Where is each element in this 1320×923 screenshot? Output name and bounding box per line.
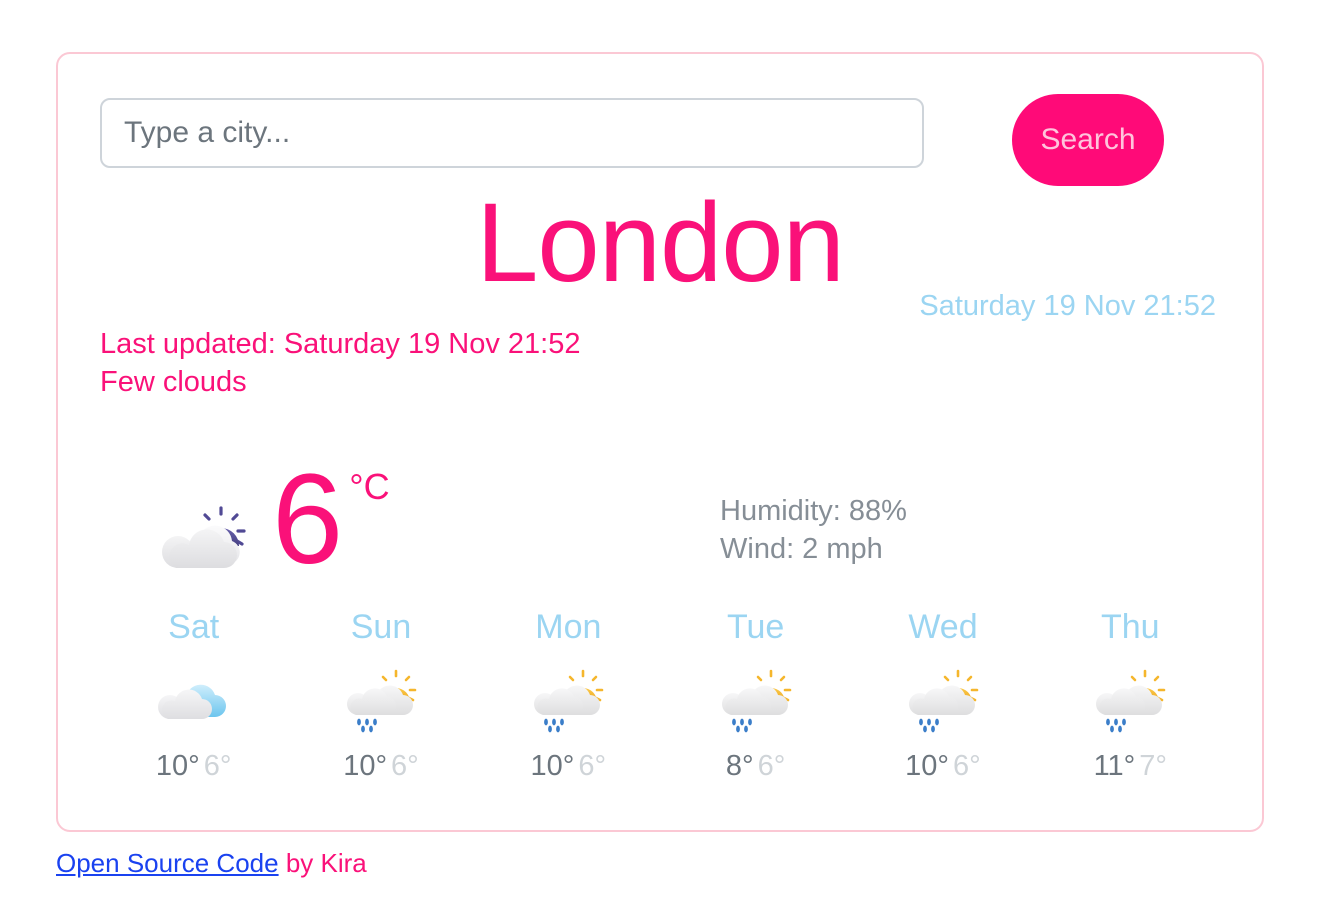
weather-card: Search London Saturday 19 Nov 21:52 Last… bbox=[56, 52, 1264, 832]
forecast-temps: 8° 6° bbox=[662, 748, 849, 784]
forecast-day: Thu 11° 7° bbox=[1037, 606, 1224, 784]
current-datetime: Saturday 19 Nov 21:52 bbox=[919, 290, 1216, 322]
sun-cloud-rain-icon bbox=[849, 664, 1036, 738]
weather-app: Search London Saturday 19 Nov 21:52 Last… bbox=[0, 0, 1320, 923]
footer-author: by Kira bbox=[278, 848, 367, 878]
forecast-temp-min: 6° bbox=[757, 750, 786, 782]
forecast-row: Sat 10° 6° Sun 10° 6° Mon 10° 6° Tue 8° … bbox=[100, 606, 1224, 784]
forecast-temp-min: 6° bbox=[578, 750, 607, 782]
current-metrics: Humidity: 88% Wind: 2 mph bbox=[720, 492, 907, 568]
condition-description: Few clouds bbox=[100, 366, 247, 398]
forecast-temp-max: 11° bbox=[1093, 750, 1136, 782]
sun-cloud-rain-icon bbox=[1037, 664, 1224, 738]
forecast-day-name: Tue bbox=[726, 608, 785, 646]
forecast-day-name: Sat bbox=[168, 608, 220, 646]
sun-cloud-rain-icon bbox=[662, 664, 849, 738]
forecast-temp-min: 7° bbox=[1139, 750, 1168, 782]
forecast-day-name: Sun bbox=[350, 608, 412, 646]
forecast-temps: 11° 7° bbox=[1037, 748, 1224, 784]
footer: Open Source Code by Kira bbox=[56, 848, 367, 879]
humidity-value: Humidity: 88% bbox=[720, 495, 907, 527]
forecast-day: Sat 10° 6° bbox=[100, 606, 287, 784]
forecast-temp-max: 8° bbox=[725, 750, 754, 782]
forecast-day: Tue 8° 6° bbox=[662, 606, 849, 784]
forecast-day: Wed 10° 6° bbox=[849, 606, 1036, 784]
forecast-day-name: Mon bbox=[535, 608, 602, 646]
search-row: Search bbox=[100, 94, 1220, 194]
forecast-temps: 10° 6° bbox=[849, 748, 1036, 784]
forecast-temp-max: 10° bbox=[530, 750, 575, 782]
current-conditions: 6 °C Humidity: 88% Wind: 2 mph bbox=[100, 434, 1220, 584]
sun-cloud-rain-icon bbox=[475, 664, 662, 738]
forecast-temp-min: 6° bbox=[391, 750, 419, 782]
current-temperature-value: 6 bbox=[272, 448, 344, 591]
few-clouds-night-icon bbox=[158, 502, 258, 572]
forecast-temp-max: 10° bbox=[905, 750, 950, 782]
current-temperature-group: 6 °C bbox=[272, 456, 390, 586]
temperature-unit: °C bbox=[349, 466, 390, 507]
search-input[interactable] bbox=[100, 98, 924, 168]
forecast-temp-max: 10° bbox=[343, 750, 388, 782]
forecast-day: Mon 10° 6° bbox=[475, 606, 662, 784]
forecast-day-name: Wed bbox=[908, 608, 978, 646]
forecast-temp-min: 6° bbox=[953, 750, 981, 782]
wind-value: Wind: 2 mph bbox=[720, 533, 883, 565]
sun-cloud-rain-icon bbox=[287, 664, 474, 738]
forecast-day: Sun 10° 6° bbox=[287, 606, 474, 784]
open-source-code-link[interactable]: Open Source Code bbox=[56, 848, 279, 878]
page-title: London bbox=[476, 180, 845, 305]
forecast-temp-min: 6° bbox=[203, 750, 232, 782]
forecast-temps: 10° 6° bbox=[287, 748, 474, 784]
forecast-temps: 10° 6° bbox=[475, 748, 662, 784]
search-button[interactable]: Search bbox=[1012, 94, 1164, 186]
broken-clouds-icon bbox=[100, 664, 287, 738]
forecast-temp-max: 10° bbox=[155, 750, 200, 782]
last-updated-text: Last updated: Saturday 19 Nov 21:52 bbox=[100, 328, 581, 360]
forecast-day-name: Thu bbox=[1101, 608, 1160, 646]
forecast-temps: 10° 6° bbox=[100, 748, 287, 784]
